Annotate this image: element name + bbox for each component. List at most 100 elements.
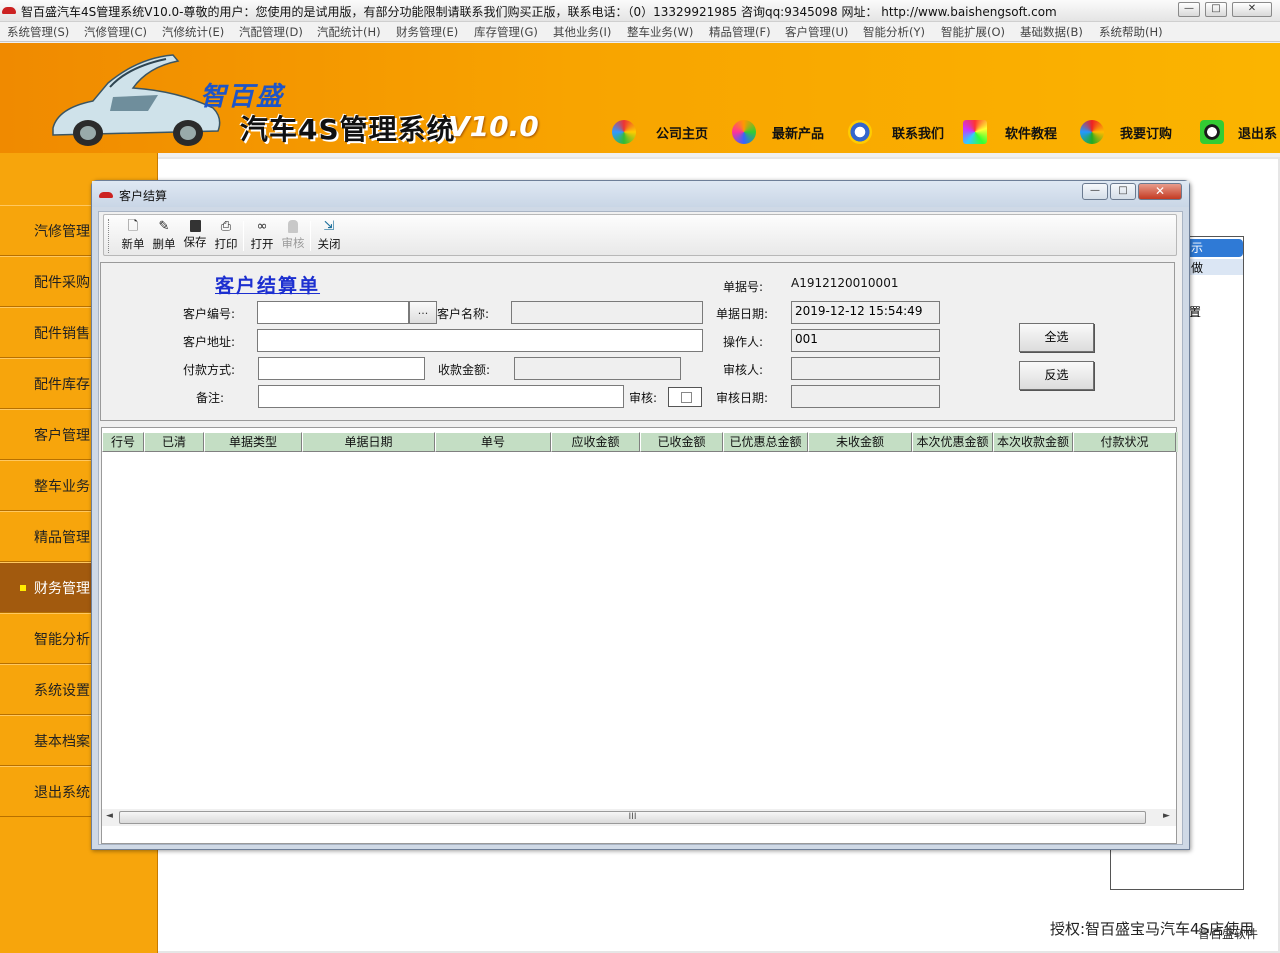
bill-no-value: A1912120010001 (791, 276, 899, 290)
col-header-discounted-total[interactable]: 已优惠总金额 (723, 432, 808, 452)
app-car-icon (2, 7, 16, 14)
save-button[interactable]: 保存 (180, 218, 210, 254)
payment-method-input[interactable] (258, 357, 425, 380)
window-title: 智百盛汽车4S管理系统V10.0-尊敬的用户：您使用的是试用版，有部分功能限制请… (21, 5, 1057, 19)
new-bill-button[interactable]: 🗋 新单 (118, 218, 148, 254)
dialog-body: 🗋 新单 ✎ 删单 保存 ⎙ 打印 ∞ 打开 审核 ⇲ 关闭 客户结算单 单据号: A19… (98, 211, 1183, 845)
form-heading: 客户结算单 (215, 275, 321, 297)
printer-icon: ⎙ (220, 219, 232, 234)
logo-car-icon (52, 54, 221, 146)
operator-field[interactable]: 001 (791, 329, 940, 352)
exit-door-icon: ⇲ (323, 219, 335, 234)
audit-checkbox[interactable] (668, 387, 702, 407)
exit-icon (1200, 120, 1224, 144)
menu-parts-stats[interactable]: 汽配统计(H) (317, 24, 381, 40)
menu-vehicle[interactable]: 整车业务(W) (627, 24, 693, 40)
menu-analysis[interactable]: 智能分析(Y) (863, 24, 925, 40)
menu-basedata[interactable]: 基础数据(B) (1020, 24, 1083, 40)
settlement-form: 客户结算单 单据号: A1912120010001 客户编号: ... 客户名称… (100, 262, 1175, 421)
customer-settlement-dialog: 客户结算 — □ ✕ 🗋 新单 ✎ 删单 保存 ⎙ 打印 ∞ 打开 审核 ⇲ 关闭 客户结… (91, 180, 1190, 850)
minimize-button[interactable]: — (1178, 2, 1200, 17)
grid-horizontal-scrollbar[interactable]: ◄ III ► (102, 809, 1176, 826)
address-label: 客户地址: (183, 335, 236, 349)
col-header-received[interactable]: 已收金额 (640, 432, 723, 452)
scroll-left-arrow-icon[interactable]: ◄ (106, 811, 113, 821)
close-dialog-button[interactable]: ⇲ 关闭 (314, 218, 344, 254)
print-button[interactable]: ⎙ 打印 (211, 218, 241, 254)
dialog-title: 客户结算 (119, 189, 168, 203)
binoculars-icon: ∞ (256, 219, 268, 234)
maximize-button[interactable]: □ (1205, 2, 1227, 17)
amount-field[interactable] (514, 357, 681, 380)
bill-date-label: 单据日期: (716, 307, 769, 321)
toolbar-grip[interactable] (108, 219, 111, 253)
contact-us-icon (848, 120, 872, 144)
bill-date-field[interactable]: 2019-12-12 15:54:49 (791, 301, 940, 324)
col-header-cleared[interactable]: 已清 (144, 432, 204, 452)
dialog-car-icon (99, 192, 113, 198)
toolbar-separator (310, 221, 311, 251)
operator-label: 操作人: (723, 335, 764, 349)
dialog-minimize-button[interactable]: — (1082, 183, 1108, 200)
menu-help[interactable]: 系统帮助(H) (1099, 24, 1163, 40)
dialog-titlebar: 客户结算 — □ ✕ (92, 181, 1189, 207)
col-header-bill-type[interactable]: 单据类型 (204, 432, 302, 452)
col-header-bill-date[interactable]: 单据日期 (302, 432, 435, 452)
payment-method-label: 付款方式: (183, 363, 236, 377)
auditor-field[interactable] (791, 357, 940, 380)
audit-label: 审核: (629, 391, 658, 405)
vendor-text: 智百盛软件 (1198, 927, 1259, 941)
delete-bill-button[interactable]: ✎ 删单 (149, 218, 179, 254)
settlement-grid[interactable]: 行号 已清 单据类型 单据日期 单号 应收金额 已收金额 已优惠总金额 未收金额… (101, 427, 1178, 844)
active-marker (20, 585, 26, 591)
menu-system[interactable]: 系统管理(S) (7, 24, 69, 40)
window-titlebar: 智百盛汽车4S管理系统V10.0-尊敬的用户：您使用的是试用版，有部分功能限制请… (0, 0, 1280, 22)
menu-repair[interactable]: 汽修管理(C) (84, 24, 147, 40)
customer-name-label: 客户名称: (437, 307, 490, 321)
customer-no-label: 客户编号: (183, 307, 236, 321)
scroll-thumb[interactable]: III (119, 811, 1146, 824)
menu-repair-stats[interactable]: 汽修统计(E) (162, 24, 224, 40)
menu-extension[interactable]: 智能扩展(O) (941, 24, 1005, 40)
customer-name-field[interactable] (511, 301, 703, 324)
col-header-receivable[interactable]: 应收金额 (551, 432, 640, 452)
customer-no-input[interactable] (257, 301, 409, 324)
menu-boutique[interactable]: 精品管理(F) (709, 24, 771, 40)
tutorial-icon (963, 120, 987, 144)
audit-button[interactable]: 审核 (278, 218, 308, 254)
audit-icon (288, 220, 298, 233)
toolbar: 🗋 新单 ✎ 删单 保存 ⎙ 打印 ∞ 打开 审核 ⇲ 关闭 (103, 214, 1177, 256)
dialog-close-button[interactable]: ✕ (1138, 183, 1182, 200)
close-button[interactable]: ✕ (1232, 2, 1272, 17)
menu-finance[interactable]: 财务管理(E) (396, 24, 458, 40)
menu-customer[interactable]: 客户管理(U) (785, 24, 848, 40)
dialog-maximize-button[interactable]: □ (1110, 183, 1136, 200)
col-header-payment-status[interactable]: 付款状况 (1073, 432, 1176, 452)
scroll-right-arrow-icon[interactable]: ► (1163, 811, 1170, 821)
col-header-row-no[interactable]: 行号 (102, 432, 144, 452)
remark-label: 备注: (196, 391, 225, 405)
right-panel-item-2[interactable]: 做 (1189, 259, 1243, 275)
address-input[interactable] (257, 329, 703, 352)
col-header-current-payment[interactable]: 本次收款金额 (993, 432, 1073, 452)
remark-input[interactable] (258, 385, 624, 408)
new-doc-icon: 🗋 (127, 219, 139, 234)
right-panel-item-1[interactable]: 示 (1189, 239, 1243, 257)
audit-date-field[interactable] (791, 385, 940, 408)
auditor-label: 审核人: (723, 363, 764, 377)
invert-selection-button[interactable]: 反选 (1019, 361, 1094, 390)
menu-parts[interactable]: 汽配管理(D) (239, 24, 303, 40)
open-button[interactable]: ∞ 打开 (247, 218, 277, 254)
menu-other[interactable]: 其他业务(I) (553, 24, 611, 40)
product-version: V10.0 (448, 110, 539, 143)
right-panel-item-3[interactable]: 置 (1189, 303, 1201, 320)
product-name: 汽车4S管理系统 (240, 113, 456, 146)
toolbar-separator (243, 221, 244, 251)
select-all-button[interactable]: 全选 (1019, 323, 1094, 352)
col-header-bill-no[interactable]: 单号 (435, 432, 551, 452)
col-header-outstanding[interactable]: 未收金额 (808, 432, 912, 452)
menu-stock[interactable]: 库存管理(G) (474, 24, 538, 40)
col-header-current-discount[interactable]: 本次优惠金额 (912, 432, 993, 452)
customer-browse-button[interactable]: ... (409, 301, 437, 324)
new-products-icon (732, 120, 756, 144)
